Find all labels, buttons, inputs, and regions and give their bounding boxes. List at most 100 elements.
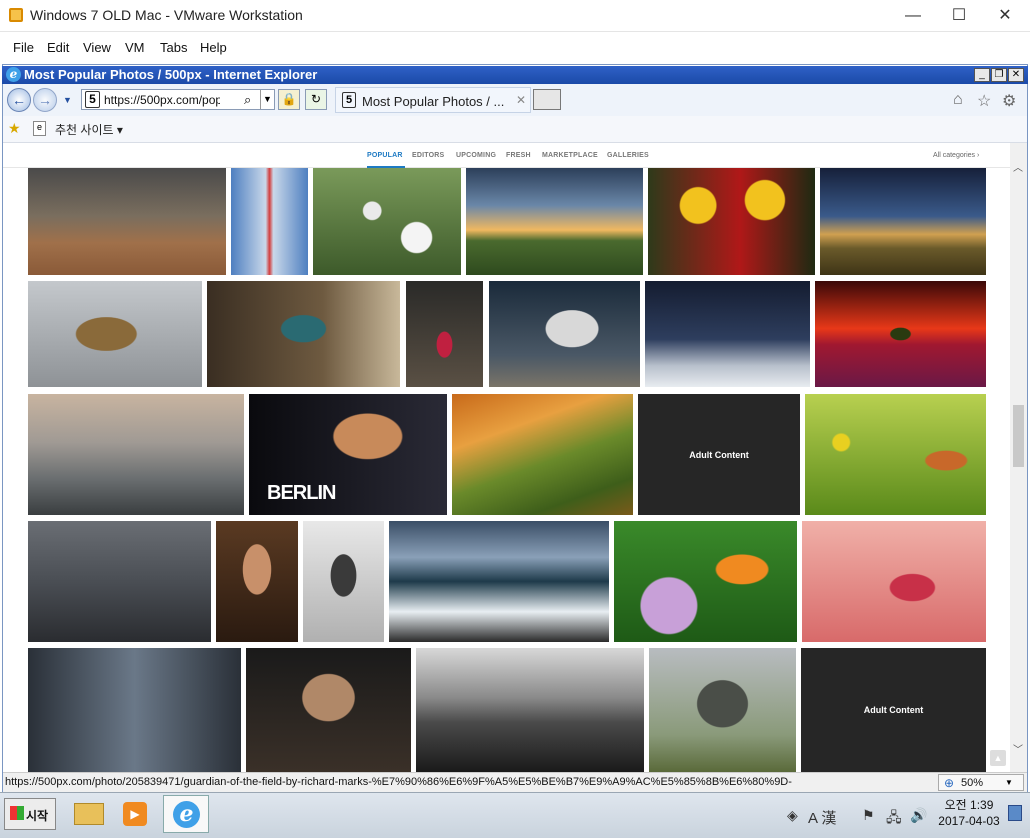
ie-title-bar: e Most Popular Photos / 500px - Internet…	[2, 66, 1028, 84]
zoom-level: 50%	[961, 777, 984, 789]
photo-snow-leopard[interactable]	[489, 281, 640, 387]
scroll-thumb[interactable]	[1013, 405, 1024, 467]
system-clock[interactable]: 오전 1:39 2017-04-03	[937, 797, 1001, 829]
photo-red-sky-tree[interactable]	[815, 281, 986, 387]
new-tab-button[interactable]	[533, 89, 561, 110]
scroll-up-icon[interactable]: ︿	[1013, 159, 1023, 174]
internet-explorer-icon: e	[173, 801, 200, 828]
address-text[interactable]: https://500px.com/popu	[104, 93, 220, 107]
vmware-title-bar: Windows 7 OLD Mac - VMware Workstation —…	[0, 0, 1030, 32]
adult-content-label-2: Adult Content	[863, 705, 924, 715]
photo-coastal-village[interactable]	[28, 394, 244, 515]
nav-fresh[interactable]: FRESH	[506, 152, 531, 159]
refresh-icon[interactable]: ↻	[305, 89, 327, 110]
photo-girl-red-hat[interactable]	[406, 281, 483, 387]
home-icon[interactable]: ⌂	[953, 91, 963, 109]
adult-content-tile[interactable]: Adult Content	[638, 394, 800, 515]
show-desktop-icon[interactable]	[1008, 805, 1022, 821]
adult-content-tile-2[interactable]: Adult Content	[801, 648, 986, 772]
language-bar-icon[interactable]: ◈	[787, 807, 798, 824]
address-dropdown-icon[interactable]: ▼	[260, 90, 274, 109]
photo-pink-lily[interactable]	[802, 521, 986, 642]
search-icon[interactable]: ⌕	[244, 92, 251, 108]
photo-rhino-desert[interactable]	[28, 168, 226, 275]
tab-close-icon[interactable]: ✕	[516, 93, 526, 107]
photo-bw-model-stool[interactable]	[303, 521, 384, 642]
media-player-taskbar-button[interactable]: ▶	[113, 795, 159, 833]
lock-icon[interactable]: 🔒	[278, 89, 300, 110]
site-navigation: POPULAR EDITORS UPCOMING FRESH MARKETPLA…	[3, 143, 1010, 168]
ie-close-button[interactable]: ✕	[1008, 68, 1024, 82]
photo-daffodils[interactable]	[648, 168, 815, 275]
ie-minimize-button[interactable]: _	[974, 68, 990, 82]
volume-icon[interactable]: 🔊	[910, 807, 927, 824]
photo-misty-forest[interactable]	[28, 648, 241, 772]
adult-content-label: Adult Content	[689, 449, 749, 460]
favorites-add-icon[interactable]: ★	[8, 120, 21, 137]
back-to-top-icon[interactable]: ▲	[990, 750, 1006, 766]
photo-lone-tree-fog[interactable]	[649, 648, 796, 772]
photo-sea-waves[interactable]	[389, 521, 609, 642]
start-button[interactable]: 시작	[4, 798, 56, 830]
menu-help[interactable]: Help	[200, 40, 227, 55]
windows-taskbar: 시작 ▶ e ◈ A 漢 ⚑ 🖧 🔊 오전 1:39 2017-04-03	[0, 792, 1030, 838]
network-icon[interactable]: 🖧	[886, 807, 902, 831]
menu-tabs[interactable]: Tabs	[160, 40, 187, 55]
photo-lighthouse[interactable]	[820, 168, 986, 275]
photo-butterfly[interactable]	[614, 521, 797, 642]
menu-vm[interactable]: VM	[125, 40, 145, 55]
zoom-dropdown-icon[interactable]: ▼	[1005, 778, 1013, 787]
page-scrollbar[interactable]: ︿ ﹀	[1010, 143, 1027, 772]
nav-galleries[interactable]: GALLERIES	[607, 152, 649, 159]
photo-zurich-bw[interactable]	[416, 648, 644, 772]
vmware-window-title: Windows 7 OLD Mac - VMware Workstation	[30, 7, 303, 23]
recent-pages-dropdown-icon[interactable]: ▼	[63, 95, 72, 105]
maximize-button[interactable]: ☐	[936, 0, 982, 32]
favorites-bar: ★ e 추천 사이트 ▾	[3, 116, 1027, 143]
suggested-sites-icon: e	[33, 121, 46, 136]
nav-editors[interactable]: EDITORS	[412, 152, 444, 159]
favorites-star-icon[interactable]: ☆	[977, 91, 991, 111]
browser-tab[interactable]: 5 Most Popular Photos / ... ✕	[335, 87, 531, 113]
photo-rolling-hills[interactable]	[452, 394, 633, 515]
ime-mode-indicator[interactable]: A 漢	[808, 807, 836, 828]
nav-popular[interactable]: POPULAR	[367, 152, 403, 159]
forward-button[interactable]: →	[33, 88, 57, 112]
photo-woman-portrait[interactable]	[216, 521, 298, 642]
nav-upcoming[interactable]: UPCOMING	[456, 152, 496, 159]
menu-file[interactable]: File	[13, 40, 34, 55]
minimize-button[interactable]: —	[890, 0, 936, 32]
suggested-sites-link[interactable]: 추천 사이트 ▾	[55, 121, 123, 138]
all-categories-dropdown[interactable]: All categories ›	[933, 152, 979, 159]
photo-bird-flowers[interactable]	[805, 394, 986, 515]
photo-city-rain[interactable]	[28, 521, 211, 642]
photo-woman-on-sofa[interactable]	[207, 281, 400, 387]
address-bar[interactable]: 5 https://500px.com/popu ⌕ ▼	[81, 89, 275, 110]
zoom-control[interactable]: ⊕ 50% ▼	[938, 774, 1024, 791]
menu-edit[interactable]: Edit	[47, 40, 69, 55]
back-button[interactable]: ←	[7, 88, 31, 112]
tab-title: Most Popular Photos / ...	[362, 94, 505, 109]
ie-window-title: Most Popular Photos / 500px - Internet E…	[24, 67, 318, 82]
scroll-down-icon[interactable]: ﹀	[1013, 741, 1023, 756]
close-button[interactable]: ✕	[982, 0, 1028, 32]
folder-icon	[74, 803, 104, 825]
photo-night-cross[interactable]	[645, 281, 810, 387]
gear-icon[interactable]: ⚙	[1002, 91, 1016, 111]
photo-dark-portrait[interactable]	[246, 648, 411, 772]
action-center-icon[interactable]: ⚑	[862, 807, 875, 824]
windows-flag-icon	[10, 806, 24, 820]
ie-logo-icon: e	[6, 67, 21, 82]
photo-falcon[interactable]	[28, 281, 202, 387]
ie-restore-button[interactable]: ❐	[991, 68, 1007, 82]
status-url: https://500px.com/photo/205839471/guardi…	[5, 776, 792, 788]
photo-berlin-portrait[interactable]: BERLIN	[249, 394, 447, 515]
nav-marketplace[interactable]: MARKETPLACE	[542, 152, 598, 159]
photo-building-perspective[interactable]	[231, 168, 308, 275]
photo-sunset-field[interactable]	[466, 168, 643, 275]
explorer-taskbar-button[interactable]	[66, 795, 112, 833]
clock-time: 오전 1:39	[944, 798, 994, 812]
menu-view[interactable]: View	[83, 40, 111, 55]
ie-taskbar-button[interactable]: e	[163, 795, 209, 833]
photo-white-flowers[interactable]	[313, 168, 461, 275]
